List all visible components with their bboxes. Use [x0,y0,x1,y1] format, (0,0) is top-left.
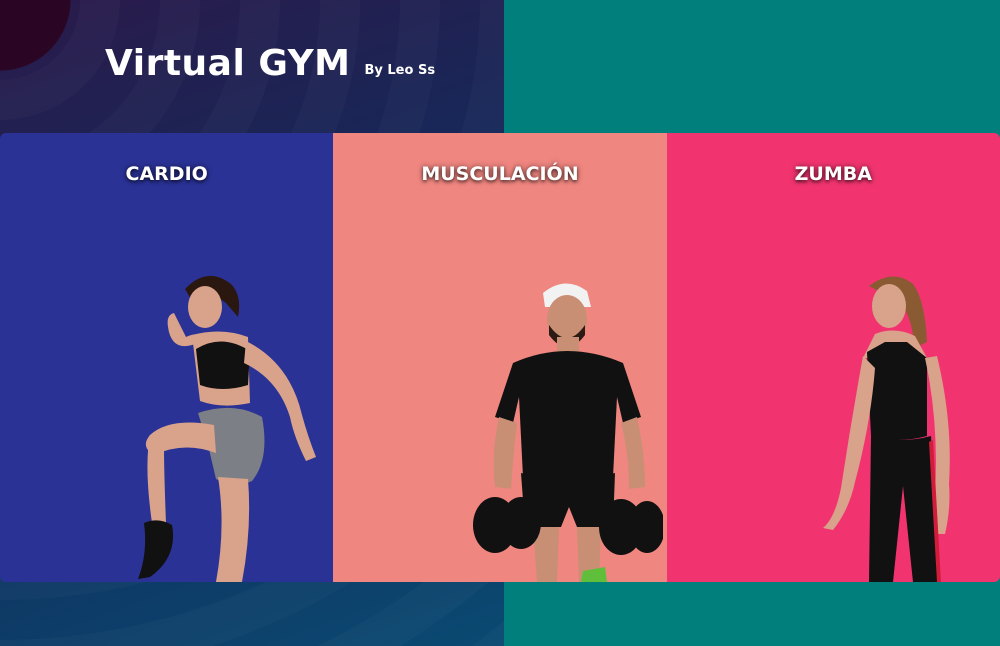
panel-cardio[interactable]: CARDIO [0,133,334,582]
cardio-woman-image [138,275,316,582]
panel-label-musculacion: MUSCULACIÓN [421,163,579,185]
zumba-woman-image [822,276,950,582]
panel-musculacion[interactable]: MUSCULACIÓN [333,133,667,582]
app-byline: By Leo Ss [364,63,436,78]
panel-zumba[interactable]: ZUMBA [666,133,1000,582]
musculacion-man-image [473,283,664,582]
panel-label-cardio: CARDIO [125,163,208,185]
app-title: Virtual GYM [105,43,351,84]
panel-label-zumba: ZUMBA [794,163,872,185]
category-panels: CARDIO MUSCULACIÓN ZUMBA [0,133,1000,582]
app-header: Virtual GYM By Leo Ss [105,34,435,84]
